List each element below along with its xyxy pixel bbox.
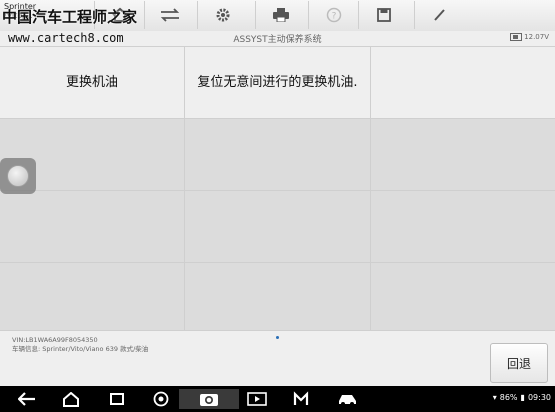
vin-text: VIN:LB1WA6A99F8054350: [12, 336, 98, 344]
maxifix-icon: [293, 391, 309, 405]
browser-icon: [153, 391, 169, 407]
watermark-text: 中国汽车工程师之家: [2, 8, 138, 26]
grid-cell: [185, 191, 370, 262]
settings-button[interactable]: [197, 1, 247, 29]
car-icon: [339, 395, 356, 406]
battery-level: 86%: [499, 393, 518, 402]
svg-text:?: ?: [331, 12, 336, 22]
vehicle-swap-icon: [160, 8, 179, 22]
print-button[interactable]: [255, 1, 305, 29]
battery-icon: [510, 33, 523, 41]
grid-cell: [371, 119, 555, 190]
vehicle-info-panel: VIN:LB1WA6A99F8054350 车辆信息: Sprinter/Vit…: [0, 330, 555, 387]
back-button[interactable]: 回退: [490, 343, 548, 383]
browser-button[interactable]: [148, 389, 174, 409]
print-icon: [272, 8, 289, 22]
watermark-url: www.cartech8.com: [8, 31, 124, 45]
floating-assistive-button[interactable]: [0, 158, 36, 194]
camera-button[interactable]: [179, 389, 239, 409]
system-nav-bar: ▾ 86% ▮ 09:30: [0, 386, 555, 412]
top-toolbar: Sprinter /Vito/... ? 中国汽车工程师之家: [0, 0, 555, 32]
save-icon: [376, 8, 391, 22]
edit-button[interactable]: [414, 1, 464, 29]
nav-back-button[interactable]: [14, 389, 40, 409]
help-button[interactable]: ?: [308, 1, 358, 29]
voltage-value: 12.07V: [524, 33, 549, 41]
grid-cell[interactable]: 更换机油: [0, 47, 184, 118]
maxifix-button[interactable]: [288, 389, 314, 409]
grid-cell: [185, 119, 370, 190]
grid-cell: [371, 191, 555, 262]
help-icon: ?: [326, 7, 341, 23]
grid-cell: [371, 263, 555, 333]
nav-home-button[interactable]: [58, 389, 84, 409]
back-arrow-icon: [18, 392, 35, 406]
grid-cell[interactable]: 复位无意间进行的更换机油.: [185, 47, 370, 118]
screen-record-button[interactable]: [244, 389, 270, 409]
grid-cell: [0, 263, 184, 333]
grid-cell: [371, 47, 555, 118]
vehicle-description: 车辆信息: Sprinter/Vito/Viano 639 款式/柴油: [12, 345, 149, 353]
grid-cell: [0, 191, 184, 262]
home-icon: [63, 391, 79, 407]
grid-cell: [185, 263, 370, 333]
wifi-icon: ▾: [492, 393, 497, 402]
assistive-touch-icon: [7, 165, 29, 187]
status-area: ▾ 86% ▮ 09:30: [493, 393, 551, 402]
nav-recent-apps-button[interactable]: [104, 389, 130, 409]
vehicle-swap-button[interactable]: [144, 1, 194, 29]
vci-button[interactable]: [334, 389, 362, 409]
recent-apps-icon: [110, 393, 124, 405]
battery-icon: ▮: [520, 393, 525, 402]
page-indicator-dot: [276, 336, 279, 339]
edit-icon: [433, 9, 445, 21]
settings-icon: [216, 8, 229, 22]
camera-icon: [200, 394, 218, 406]
vehicle-info-text: VIN:LB1WA6A99F8054350 车辆信息: Sprinter/Vit…: [12, 336, 148, 354]
function-grid: 更换机油 复位无意间进行的更换机油.: [0, 47, 555, 333]
screen-record-icon: [247, 392, 267, 406]
voltage-indicator: 12.07V: [510, 33, 549, 41]
save-button[interactable]: [358, 1, 408, 29]
clock: 09:30: [527, 393, 551, 402]
